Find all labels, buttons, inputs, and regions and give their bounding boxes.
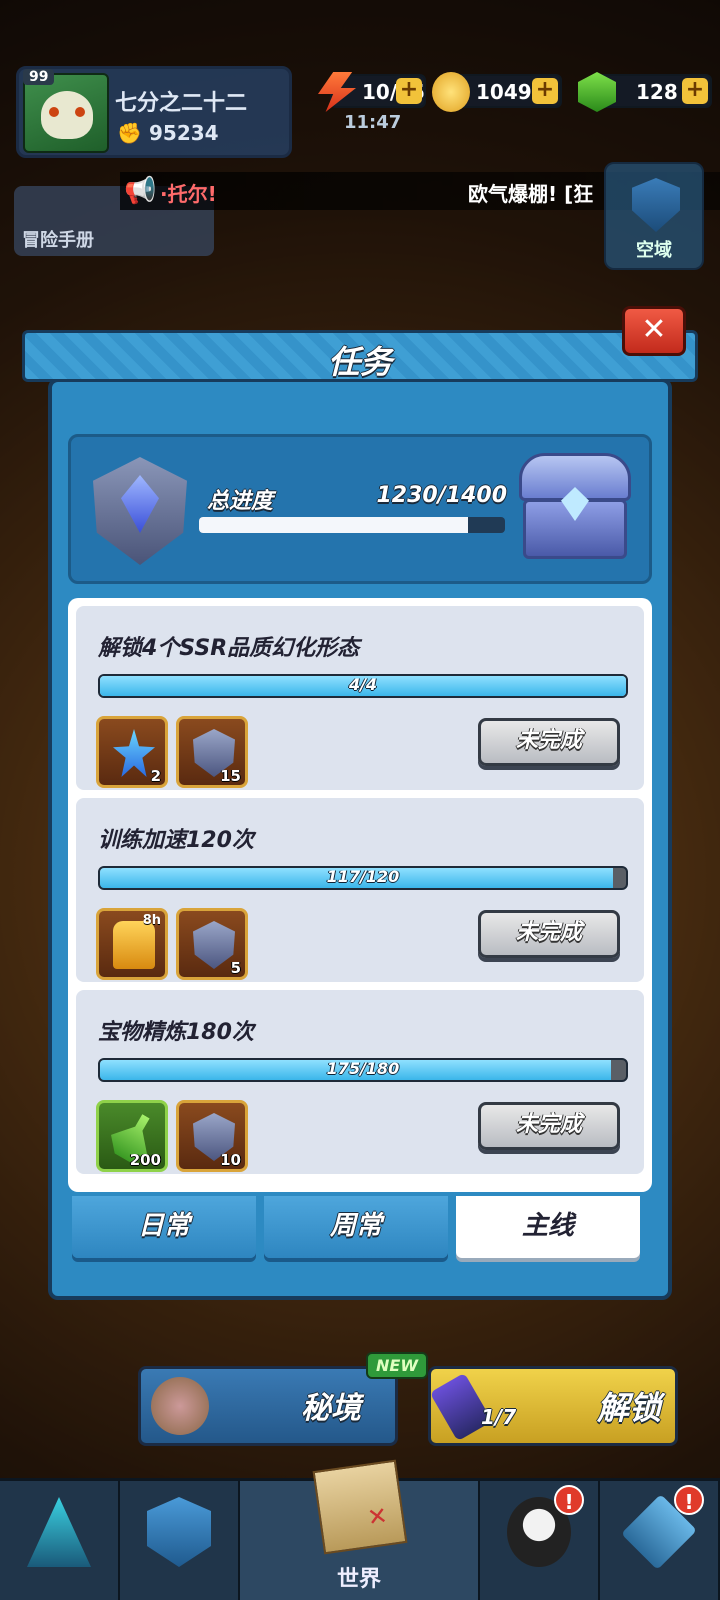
unlock-progress: 1/7 <box>481 1405 517 1429</box>
total-progress-label: 总进度 <box>207 489 274 514</box>
reward-item[interactable]: 8h <box>96 908 168 980</box>
tab-label: 日常 <box>137 1211 190 1241</box>
crystal-star-icon <box>113 729 155 777</box>
reward-count: 2 <box>150 767 161 785</box>
nav-world-label: 世界 <box>336 1567 381 1592</box>
task-progress-bar: 4/4 <box>98 674 628 698</box>
task-list[interactable]: 解锁4个SSR品质幻化形态 4/4 2 15 未完成 训练加速120次 117/… <box>68 598 652 1192</box>
tab-daily[interactable]: 日常 <box>72 1196 256 1258</box>
level-badge: 99 <box>23 69 55 85</box>
reward-item[interactable]: 5 <box>176 908 248 980</box>
tab-main[interactable]: 主线 <box>456 1196 640 1258</box>
tab-label: 周常 <box>329 1211 382 1241</box>
avatar[interactable]: 99 <box>23 69 109 153</box>
nav-base[interactable]: ! <box>600 1481 720 1600</box>
nav-guild[interactable] <box>120 1481 240 1600</box>
modal-header: 任务 <box>22 330 698 382</box>
power-icon: ✊ <box>117 121 142 145</box>
reward-count: 10 <box>220 1151 241 1169</box>
tower-icon <box>27 1497 91 1567</box>
total-progress-fill <box>199 517 468 533</box>
nav-world[interactable]: 世界 <box>240 1459 480 1600</box>
reward-item[interactable]: 200 <box>96 1100 168 1172</box>
player-card[interactable]: 99 七分之二十二 ✊ 95234 <box>16 66 292 158</box>
avatar-face <box>41 91 93 139</box>
close-button[interactable]: ✕ <box>622 306 686 356</box>
task-name: 宝物精炼180次 <box>98 1020 254 1045</box>
hud-time: 11:47 <box>344 112 402 133</box>
target-icon <box>151 1377 209 1435</box>
task-progress-bar: 175/180 <box>98 1058 628 1082</box>
task-status-button[interactable]: 未完成 <box>478 718 620 766</box>
secret-realm-button[interactable]: 秘境 <box>138 1366 398 1446</box>
total-progress-card: 总进度 1230/1400 <box>68 434 652 584</box>
nav-tower[interactable] <box>0 1481 120 1600</box>
player-name: 七分之二十二 <box>115 91 248 116</box>
gold-counter: 1049K + <box>432 72 562 112</box>
new-badge: NEW <box>366 1352 428 1379</box>
gold-chest-icon <box>113 921 155 969</box>
alert-icon: ! <box>674 1485 704 1515</box>
task-item: 解锁4个SSR品质幻化形态 4/4 2 15 未完成 <box>76 606 644 790</box>
task-status-button[interactable]: 未完成 <box>478 910 620 958</box>
hex-shield-icon <box>147 1497 211 1567</box>
gem-value: 128 <box>636 80 678 104</box>
tab-weekly[interactable]: 周常 <box>264 1196 448 1258</box>
reward-item[interactable]: 2 <box>96 716 168 788</box>
task-progress-text: 117/120 <box>326 867 400 886</box>
rank-gem-icon <box>193 921 235 969</box>
rank-gem-icon <box>93 457 187 565</box>
task-tabs: 日常 周常 主线 <box>72 1196 648 1260</box>
task-name: 解锁4个SSR品质幻化形态 <box>98 636 360 661</box>
tab-label: 主线 <box>521 1211 574 1241</box>
task-name: 训练加速120次 <box>98 828 254 853</box>
total-progress-bar <box>199 517 505 533</box>
energy-counter: 10/45 + <box>318 72 426 112</box>
alert-icon: ! <box>554 1485 584 1515</box>
map-icon <box>312 1459 408 1555</box>
ticker-text-1: ·托尔! <box>160 182 217 206</box>
add-gem-button[interactable]: + <box>682 78 708 104</box>
reward-item[interactable]: 15 <box>176 716 248 788</box>
bottom-navbar: 世界 ! ! <box>0 1459 720 1600</box>
secret-realm-label: 秘境 <box>301 1391 361 1426</box>
add-energy-button[interactable]: + <box>396 78 422 104</box>
reward-chest-icon[interactable] <box>519 453 631 565</box>
task-item: 训练加速120次 117/120 8h 5 未完成 <box>76 798 644 982</box>
ticker-text-2: 欧气爆棚! [狂 <box>468 182 594 206</box>
reward-item[interactable]: 10 <box>176 1100 248 1172</box>
task-progress-bar: 117/120 <box>98 866 628 890</box>
reward-time: 8h <box>142 913 161 928</box>
unlock-button[interactable]: 1/7 解锁 <box>428 1366 678 1446</box>
task-progress-text: 175/180 <box>326 1059 400 1078</box>
task-progress-text: 4/4 <box>348 675 378 694</box>
nav-hero[interactable]: ! <box>480 1481 600 1600</box>
player-power: 95234 <box>149 121 219 145</box>
reward-count: 15 <box>220 767 241 785</box>
modal-title: 任务 <box>327 343 392 381</box>
airspace-label: 空域 <box>636 240 672 261</box>
shield-icon <box>632 178 680 232</box>
airspace-button[interactable]: 空域 <box>604 162 704 270</box>
unlock-label: 解锁 <box>596 1389 661 1427</box>
task-status-button[interactable]: 未完成 <box>478 1102 620 1150</box>
adventure-book-label: 冒险手册 <box>22 230 94 251</box>
megaphone-icon: 📢 <box>124 176 157 206</box>
gem-counter: 128 + <box>578 72 712 112</box>
task-item: 宝物精炼180次 175/180 200 10 未完成 <box>76 990 644 1174</box>
add-gold-button[interactable]: + <box>532 78 558 104</box>
coin-icon <box>432 72 470 112</box>
reward-count: 200 <box>129 1151 161 1169</box>
total-progress-value: 1230/1400 <box>376 483 508 508</box>
reward-count: 5 <box>230 959 241 977</box>
